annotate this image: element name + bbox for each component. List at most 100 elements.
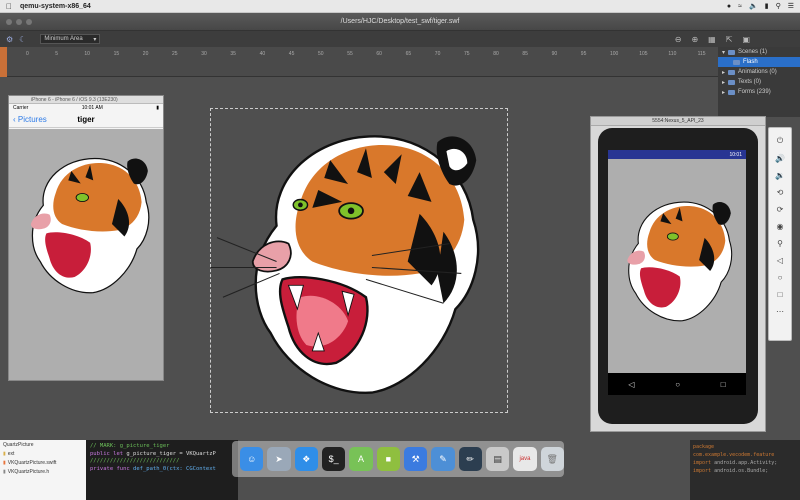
disclosure-icon: ▸ — [722, 79, 726, 86]
android-studio-icon[interactable]: A — [349, 447, 373, 471]
iphone-window-chrome: iPhone 6 - iPhone 6 / iOS 9.3 (13E230) — [9, 96, 163, 104]
ruler-tick-label: 80 — [493, 51, 499, 57]
ruler-tick-label: 60 — [376, 51, 382, 57]
folder-icon — [728, 89, 736, 95]
code-line: // MARK: g_picture_tiger — [90, 443, 170, 449]
ruler-tick-label: 55 — [347, 51, 353, 57]
moon-icon[interactable]: ☾ — [19, 35, 26, 44]
search-icon[interactable]: ⚲ — [776, 2, 781, 10]
scenes-tree-item[interactable]: ▸ Animations (0) — [718, 67, 800, 77]
scenes-tree-item-selected[interactable]: Flash — [718, 57, 800, 67]
back-button-label: Pictures — [17, 115, 47, 124]
java-code-editor[interactable]: package com.example.vecodem.feature impo… — [690, 440, 800, 500]
volume-up-icon[interactable]: 🔊 — [775, 154, 785, 163]
home-icon[interactable]: ○ — [778, 273, 783, 282]
close-button[interactable] — [6, 19, 12, 25]
ruler-tick-label: 75 — [464, 51, 470, 57]
wifi-icon[interactable]: ≈ — [738, 3, 742, 10]
safari-icon[interactable]: ❖ — [294, 447, 318, 471]
actual-size-icon[interactable]: ▣ — [742, 35, 750, 44]
scenes-tree-item[interactable]: ▸ Forms (239) — [718, 87, 800, 97]
file-item[interactable]: QuartzPicture — [0, 440, 86, 449]
android-tool-icon[interactable]: ■ — [376, 447, 400, 471]
chevron-down-icon: ▾ — [93, 36, 97, 43]
trash-icon[interactable]: 🗑 — [540, 447, 564, 471]
ruler-tick-label: 50 — [318, 51, 324, 57]
minimize-button[interactable] — [16, 19, 22, 25]
mac-dock: ☺ ➤ ❖ $_ A ■ ⚒ ✎ ✏ ▤ java 🗑 — [232, 441, 564, 477]
scenes-item-label: Texts (0) — [738, 79, 762, 85]
ruler-tick-label: 10 — [84, 51, 90, 57]
camera-icon[interactable]: ◉ — [777, 222, 784, 231]
tiger-illustration — [211, 135, 480, 394]
scenes-item-label: Forms (239) — [738, 89, 771, 95]
scenes-tree-item[interactable]: ▸ Texts (0) — [718, 77, 800, 87]
code-text: android.os.Bundle; — [711, 468, 769, 474]
ruler-tick-label: 105 — [639, 51, 648, 57]
back-icon[interactable]: ◁ — [777, 256, 783, 265]
java-file-icon[interactable]: java — [513, 447, 537, 471]
folder-icon — [728, 69, 736, 75]
zoom-button[interactable] — [26, 19, 32, 25]
ruler-tick-label: 100 — [610, 51, 619, 57]
android-window-title: 5554:Nexus_5_API_23 — [652, 118, 704, 124]
battery-icon: ▮ — [156, 105, 159, 111]
ruler-tick-label: 15 — [113, 51, 120, 57]
code-line: import android.os.Bundle; — [693, 467, 797, 475]
canvas-stage[interactable] — [210, 108, 508, 413]
emulator-toolbar: ⏻ 🔊 🔉 ⟲ ⟳ ◉ ⚲ ◁ ○ □ ⋯ — [768, 127, 792, 341]
folder-icon — [728, 49, 736, 55]
code-keyword: private func — [90, 465, 130, 472]
back-button[interactable]: ‹ Pictures — [13, 115, 47, 124]
zoom-out-icon[interactable]: ⊖ — [675, 35, 682, 44]
carrier-label: Carrier — [13, 105, 29, 111]
file-item[interactable]: ▮ ext — [0, 449, 86, 458]
disclosure-icon: ▸ — [722, 89, 726, 96]
menubar-app-name[interactable]: qemu-system-x86_64 — [20, 3, 91, 10]
editor-icon[interactable]: ✏ — [458, 447, 482, 471]
document-icon[interactable]: ▤ — [485, 447, 510, 471]
home-circle-icon[interactable]: ○ — [675, 380, 680, 389]
launchpad-icon[interactable]: ➤ — [267, 447, 291, 471]
rotate-left-icon[interactable]: ⟲ — [777, 188, 784, 197]
zoom-in-icon[interactable]: ⊕ — [691, 35, 698, 44]
terminal-icon[interactable]: $_ — [321, 447, 346, 471]
timeline-ruler[interactable]: 0 5 10 15 20 25 30 35 40 45 50 55 60 65 70 75 80 85 90 95 10… — [0, 47, 735, 77]
expand-icon[interactable]: ⇱ — [726, 35, 733, 44]
ruler-tick-label: 30 — [201, 51, 207, 57]
finder-icon[interactable]: ☺ — [240, 447, 264, 471]
rotate-right-icon[interactable]: ⟳ — [777, 205, 784, 214]
instruments-icon[interactable]: ✎ — [431, 447, 455, 471]
volume-down-icon[interactable]: 🔉 — [775, 171, 785, 180]
apple-icon[interactable]:  — [6, 2, 12, 11]
battery-icon[interactable]: ▮ — [765, 2, 769, 10]
code-editor[interactable]: // MARK: g_picture_tiger public let g_pi… — [86, 440, 238, 500]
status-icon[interactable]: ● — [727, 3, 731, 10]
code-line: package com.example.vecodem.feature — [693, 444, 775, 458]
file-item[interactable]: ▮ VKQuartzPicture.h — [0, 467, 86, 476]
folder-icon — [728, 79, 736, 85]
playhead-marker[interactable] — [0, 47, 7, 77]
scenes-tree-item[interactable]: ▾ Scenes (1) — [718, 47, 800, 57]
overview-icon[interactable]: □ — [778, 290, 783, 299]
volume-icon[interactable]: 🔈 — [749, 2, 758, 10]
ruler-tick-label: 20 — [142, 51, 149, 57]
code-keyword: import — [693, 460, 712, 466]
toolbar: ⚙ ☾ Minimum Area ▾ ⊖ ⊕ ▦ ⇱ ▣ — [0, 31, 800, 47]
folder-icon: ▮ — [3, 450, 6, 457]
more-icon[interactable]: ⋯ — [776, 307, 784, 316]
xcode-icon[interactable]: ⚒ — [403, 447, 428, 471]
window-title-bar: /Users/HJC/Desktop/test_swf/tiger.swf — [0, 13, 800, 31]
ios-clock: 10:01 AM — [81, 105, 103, 111]
power-icon[interactable]: ⏻ — [777, 136, 783, 146]
area-select[interactable]: Minimum Area ▾ — [40, 34, 101, 44]
fit-icon[interactable]: ▦ — [708, 35, 716, 44]
back-triangle-icon[interactable]: ◁ — [628, 380, 634, 389]
recents-square-icon[interactable]: □ — [721, 380, 726, 389]
file-item[interactable]: ▮ VKQuartzPicture.swift — [0, 458, 86, 467]
ruler-tick-label: 65 — [405, 51, 412, 57]
settings-icon[interactable]: ⚙ — [6, 35, 13, 44]
zoom-icon[interactable]: ⚲ — [777, 239, 783, 248]
ruler-tick-label: 110 — [668, 51, 677, 57]
menu-icon[interactable]: ☰ — [788, 2, 794, 10]
